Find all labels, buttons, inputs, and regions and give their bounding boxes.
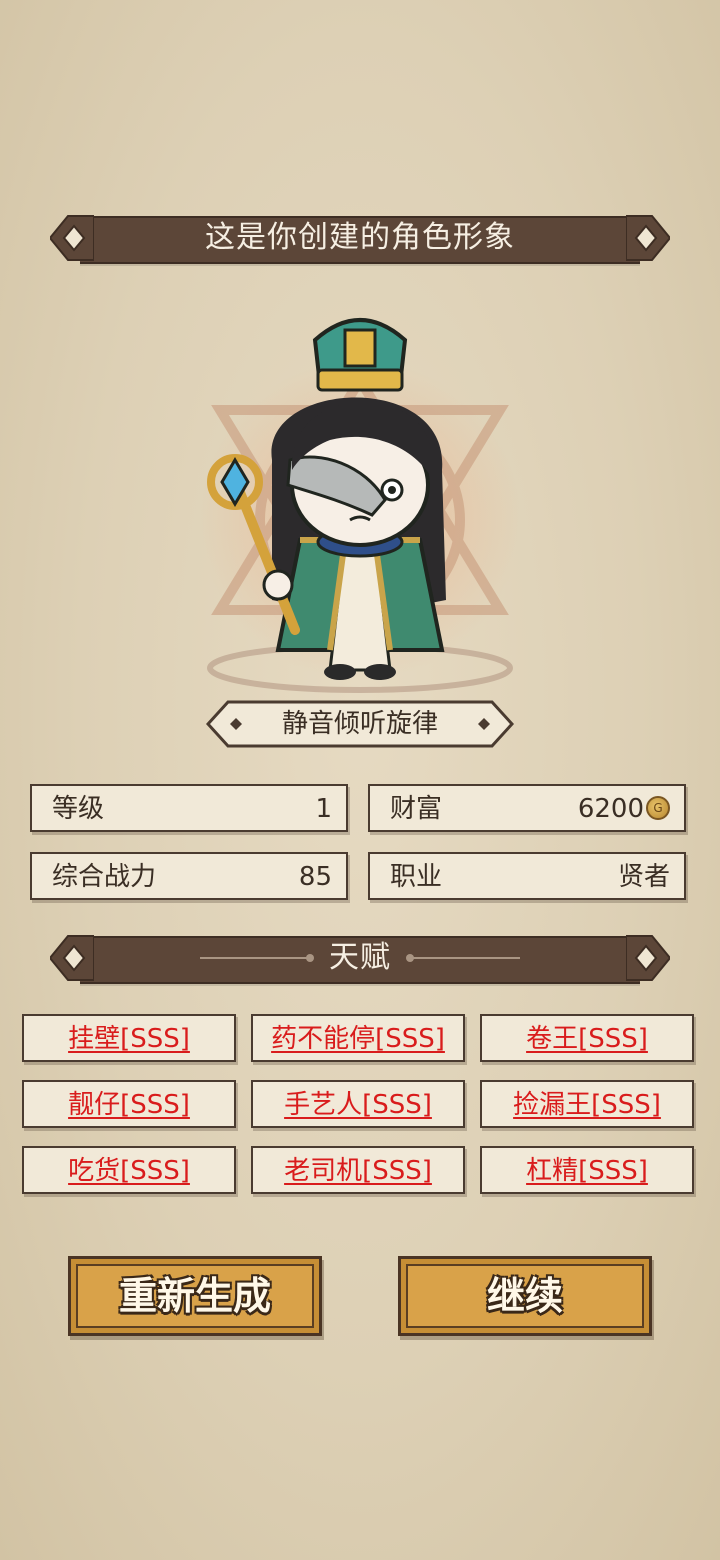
talent-item[interactable]: 捡漏王[SSS]: [480, 1080, 694, 1128]
stat-wealth: 财富 6200 G: [368, 784, 686, 832]
talent-link[interactable]: 捡漏王[SSS]: [513, 1090, 661, 1120]
character-portrait: [200, 318, 520, 693]
stat-level: 等级 1: [30, 784, 348, 832]
talent-item[interactable]: 药不能停[SSS]: [251, 1014, 465, 1062]
talent-item[interactable]: 手艺人[SSS]: [251, 1080, 465, 1128]
stat-power-value: 85: [298, 862, 332, 892]
gold-coin-icon: G: [646, 795, 670, 820]
talent-link[interactable]: 挂壁[SSS]: [68, 1024, 190, 1054]
continue-button[interactable]: 继续: [398, 1256, 652, 1336]
stat-wealth-label: 财富: [390, 794, 443, 824]
talent-link[interactable]: 卷王[SSS]: [526, 1024, 648, 1054]
talent-item[interactable]: 吃货[SSS]: [22, 1146, 236, 1194]
stat-job-value: 贤者: [617, 862, 670, 892]
header-banner: 这是你创建的角色形象: [50, 212, 670, 264]
stat-level-label: 等级: [52, 794, 105, 824]
stat-power: 综合战力 85: [30, 852, 348, 900]
talent-item[interactable]: 靓仔[SSS]: [22, 1080, 236, 1128]
talent-link[interactable]: 手艺人[SSS]: [284, 1090, 432, 1120]
talent-link[interactable]: 吃货[SSS]: [68, 1156, 190, 1186]
talents-banner: 天赋: [50, 932, 670, 984]
talent-link[interactable]: 药不能停[SSS]: [271, 1024, 445, 1054]
talent-item[interactable]: 挂壁[SSS]: [22, 1014, 236, 1062]
stat-level-value: 1: [315, 794, 332, 824]
talent-link[interactable]: 杠精[SSS]: [526, 1156, 648, 1186]
talent-item[interactable]: 卷王[SSS]: [480, 1014, 694, 1062]
stat-wealth-value: 6200: [577, 794, 644, 824]
character-name-plate: 静音倾听旋律: [206, 700, 514, 748]
talents-title: 天赋: [329, 940, 391, 975]
regenerate-button[interactable]: 重新生成: [68, 1256, 322, 1336]
stat-wealth-value-wrap: 6200 G: [578, 786, 670, 832]
character-name: 静音倾听旋律: [281, 709, 438, 739]
stat-power-label: 综合战力: [52, 862, 157, 892]
stat-job: 职业 贤者: [368, 852, 686, 900]
talent-item[interactable]: 杠精[SSS]: [480, 1146, 694, 1194]
stat-job-label: 职业: [390, 862, 443, 892]
talent-link[interactable]: 靓仔[SSS]: [68, 1090, 190, 1120]
page-title: 这是你创建的角色形象: [205, 220, 515, 255]
talent-item[interactable]: 老司机[SSS]: [251, 1146, 465, 1194]
talent-link[interactable]: 老司机[SSS]: [284, 1156, 432, 1186]
